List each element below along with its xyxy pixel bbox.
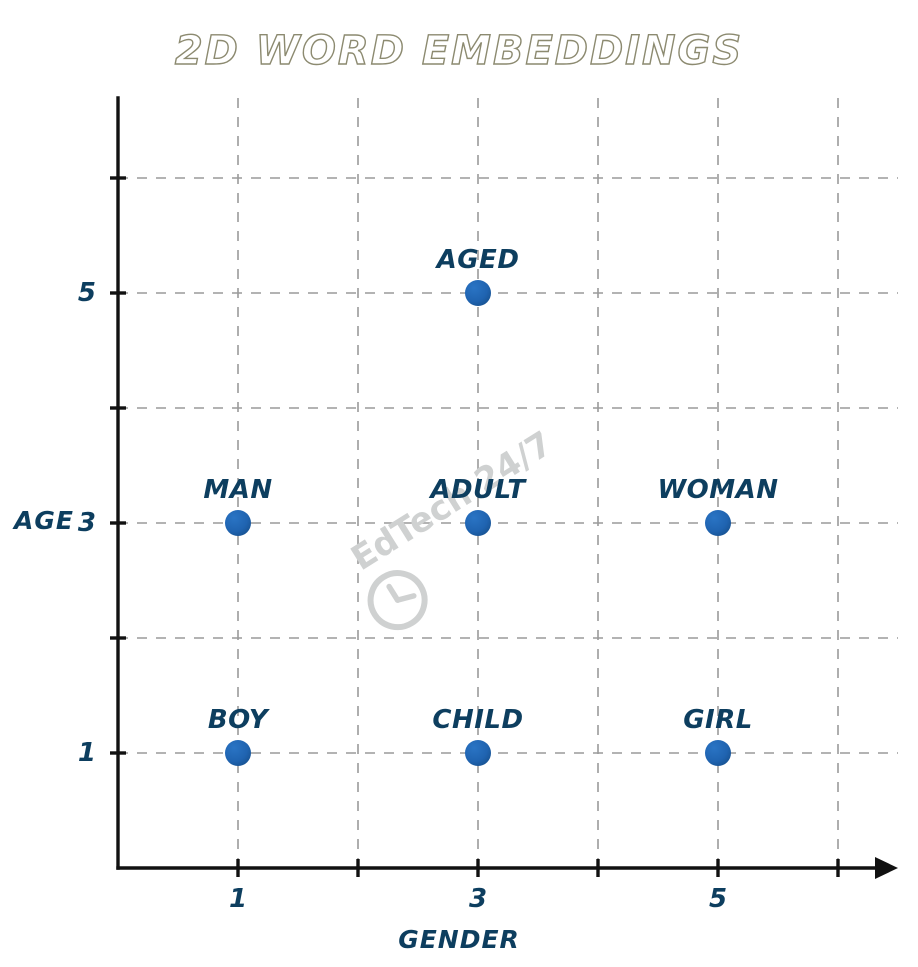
data-point-label: BOY [207,705,269,735]
y-axis-tick-label: 1 [77,738,96,768]
data-point [705,740,731,766]
y-axis-tick-label: 5 [77,278,96,308]
data-point-label: AGED [436,245,520,275]
data-point-label: GIRL [683,705,753,735]
data-point [225,510,251,536]
chart-root: 2D WORD EMBEDDINGS EdTech 24/7 BOY CHILD… [0,0,918,967]
data-point [465,740,491,766]
x-axis-title: GENDER [398,925,520,954]
x-axis-arrow-icon [875,857,898,879]
data-point [225,740,251,766]
y-axis-tick-label: 3 [77,508,96,538]
data-point [705,510,731,536]
data-point-label: MAN [203,475,273,505]
data-point [465,280,491,306]
data-point-label: WOMAN [657,475,779,505]
x-axis-tick-label: 3 [468,884,488,914]
y-axis-title: AGE [14,506,74,535]
x-axis-tick-label: 1 [228,884,248,914]
data-point [465,510,491,536]
data-point-label: CHILD [432,705,524,735]
x-axis-tick-label: 5 [708,884,728,914]
data-point-label: ADULT [430,475,526,505]
